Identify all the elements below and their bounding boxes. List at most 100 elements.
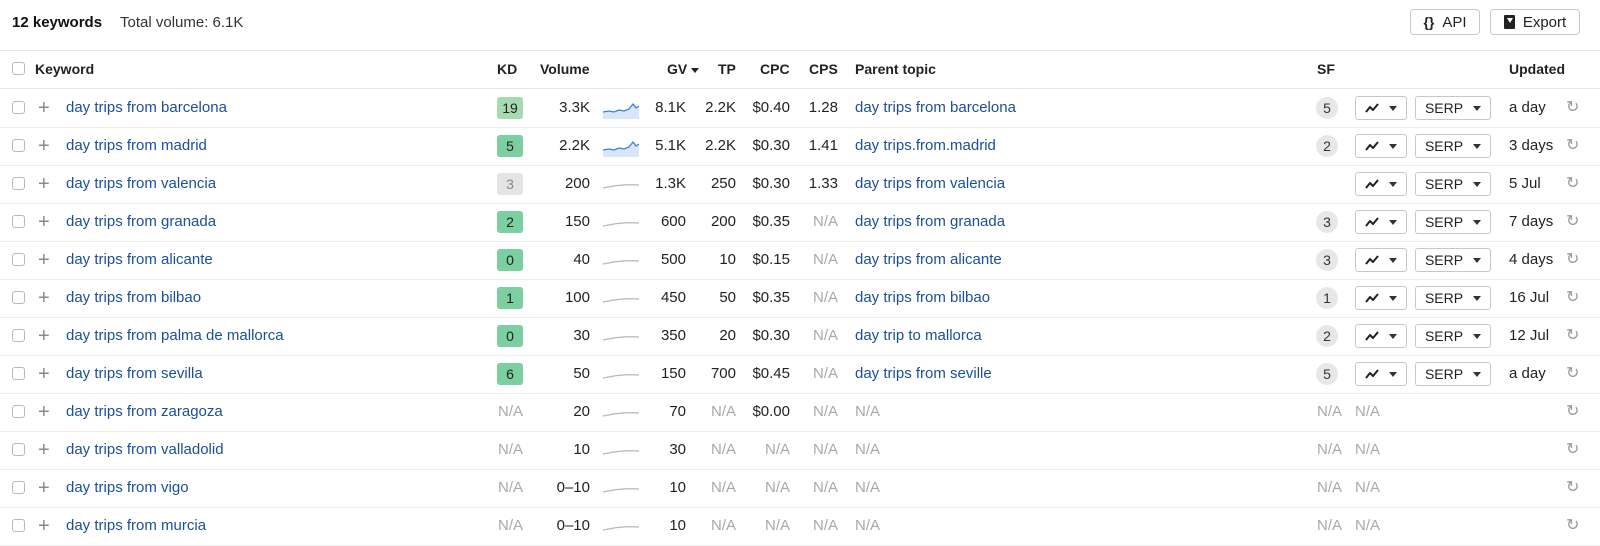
refresh-icon[interactable]: ↻ [1566,279,1579,317]
row-checkbox[interactable] [12,215,25,228]
row-checkbox[interactable] [12,443,25,456]
row-checkbox[interactable] [12,481,25,494]
row-checkbox[interactable] [12,101,25,114]
refresh-icon[interactable]: ↻ [1566,317,1579,355]
keyword-link[interactable]: day trips from murcia [66,507,486,545]
add-to-list-icon[interactable]: + [38,317,50,355]
row-checkbox[interactable] [12,291,25,304]
col-tp[interactable]: TP [718,61,736,77]
serp-dropdown[interactable]: SERP [1415,134,1491,158]
position-history-dropdown[interactable] [1355,134,1407,158]
sf-count-badge[interactable]: 2 [1316,135,1338,157]
row-checkbox[interactable] [12,139,25,152]
serp-dropdown[interactable]: SERP [1415,96,1491,120]
export-button[interactable]: Export [1490,9,1580,35]
serp-dropdown[interactable]: SERP [1415,362,1491,386]
col-gv[interactable]: GV [667,61,700,77]
add-to-list-icon[interactable]: + [38,507,50,545]
gv-value: 5.1K [655,137,686,154]
position-history-dropdown[interactable] [1355,362,1407,386]
col-cps[interactable]: CPS [809,61,838,77]
sf-count-badge[interactable]: 2 [1316,325,1338,347]
volume-trend-sparkline [603,140,639,157]
select-all-checkbox[interactable] [12,62,25,75]
keyword-link[interactable]: day trips from sevilla [66,355,486,393]
keyword-link[interactable]: day trips from alicante [66,241,486,279]
keyword-link[interactable]: day trips from granada [66,203,486,241]
add-to-list-icon[interactable]: + [38,89,50,127]
position-history-dropdown[interactable] [1355,286,1407,310]
volume-value: 200 [564,175,590,192]
row-checkbox[interactable] [12,177,25,190]
parent-topic-link[interactable]: day trips from barcelona [855,89,1255,127]
parent-topic-link[interactable]: day trips from granada [855,203,1255,241]
refresh-icon[interactable]: ↻ [1566,165,1579,203]
refresh-icon[interactable]: ↻ [1566,393,1579,431]
keyword-link[interactable]: day trips from bilbao [66,279,486,317]
parent-topic-link[interactable]: day trips.from.madrid [855,127,1255,165]
keyword-link[interactable]: day trips from zaragoza [66,393,486,431]
kd-badge: 5 [497,135,523,157]
serp-dropdown[interactable]: SERP [1415,248,1491,272]
refresh-icon[interactable]: ↻ [1566,431,1579,469]
api-button[interactable]: {} API [1410,9,1480,35]
sf-count-badge[interactable]: 1 [1316,287,1338,309]
refresh-icon[interactable]: ↻ [1566,507,1579,545]
table-row: + day trips from valencia 3 200 1.3K 250 $0.30… [0,165,1600,204]
keyword-link[interactable]: day trips from vigo [66,469,486,507]
row-checkbox[interactable] [12,329,25,342]
row-checkbox[interactable] [12,519,25,532]
sf-count-badge[interactable]: 5 [1316,363,1338,385]
serp-dropdown[interactable]: SERP [1415,286,1491,310]
position-history-dropdown[interactable] [1355,324,1407,348]
sf-count-badge[interactable]: 5 [1316,97,1338,119]
sf-count-badge[interactable]: 3 [1316,249,1338,271]
col-volume[interactable]: Volume [540,61,590,77]
chevron-down-icon [1473,371,1482,377]
add-to-list-icon[interactable]: + [38,431,50,469]
parent-topic-link[interactable]: day trip to mallorca [855,317,1255,355]
volume-value: 50 [573,365,590,382]
add-to-list-icon[interactable]: + [38,279,50,317]
keyword-link[interactable]: day trips from valencia [66,165,486,203]
refresh-icon[interactable]: ↻ [1566,203,1579,241]
keyword-link[interactable]: day trips from barcelona [66,89,486,127]
add-to-list-icon[interactable]: + [38,165,50,203]
add-to-list-icon[interactable]: + [38,469,50,507]
parent-topic-link[interactable]: day trips from alicante [855,241,1255,279]
col-parent-topic[interactable]: Parent topic [855,61,936,77]
position-history-dropdown[interactable] [1355,172,1407,196]
parent-topic-link[interactable]: day trips from valencia [855,165,1255,203]
row-checkbox[interactable] [12,253,25,266]
serp-dropdown[interactable]: SERP [1415,324,1491,348]
sf-count-badge[interactable]: 3 [1316,211,1338,233]
refresh-icon[interactable]: ↻ [1566,469,1579,507]
add-to-list-icon[interactable]: + [38,241,50,279]
serp-dropdown[interactable]: SERP [1415,172,1491,196]
col-kd[interactable]: KD [497,61,517,77]
keyword-link[interactable]: day trips from madrid [66,127,486,165]
parent-topic-link[interactable]: day trips from bilbao [855,279,1255,317]
add-to-list-icon[interactable]: + [38,203,50,241]
serp-label: SERP [1424,252,1464,268]
serp-dropdown[interactable]: SERP [1415,210,1491,234]
add-to-list-icon[interactable]: + [38,355,50,393]
row-checkbox[interactable] [12,367,25,380]
position-history-dropdown[interactable] [1355,210,1407,234]
row-checkbox[interactable] [12,405,25,418]
refresh-icon[interactable]: ↻ [1566,89,1579,127]
keyword-link[interactable]: day trips from palma de mallorca [66,317,486,355]
position-history-dropdown[interactable] [1355,96,1407,120]
position-history-dropdown[interactable] [1355,248,1407,272]
parent-topic-link[interactable]: day trips from seville [855,355,1255,393]
refresh-icon[interactable]: ↻ [1566,241,1579,279]
col-cpc[interactable]: CPC [760,61,790,77]
refresh-icon[interactable]: ↻ [1566,127,1579,165]
col-keyword[interactable]: Keyword [35,61,94,77]
col-updated[interactable]: Updated [1509,61,1565,77]
add-to-list-icon[interactable]: + [38,127,50,165]
col-sf[interactable]: SF [1317,61,1335,77]
refresh-icon[interactable]: ↻ [1566,355,1579,393]
add-to-list-icon[interactable]: + [38,393,50,431]
keyword-link[interactable]: day trips from valladolid [66,431,486,469]
